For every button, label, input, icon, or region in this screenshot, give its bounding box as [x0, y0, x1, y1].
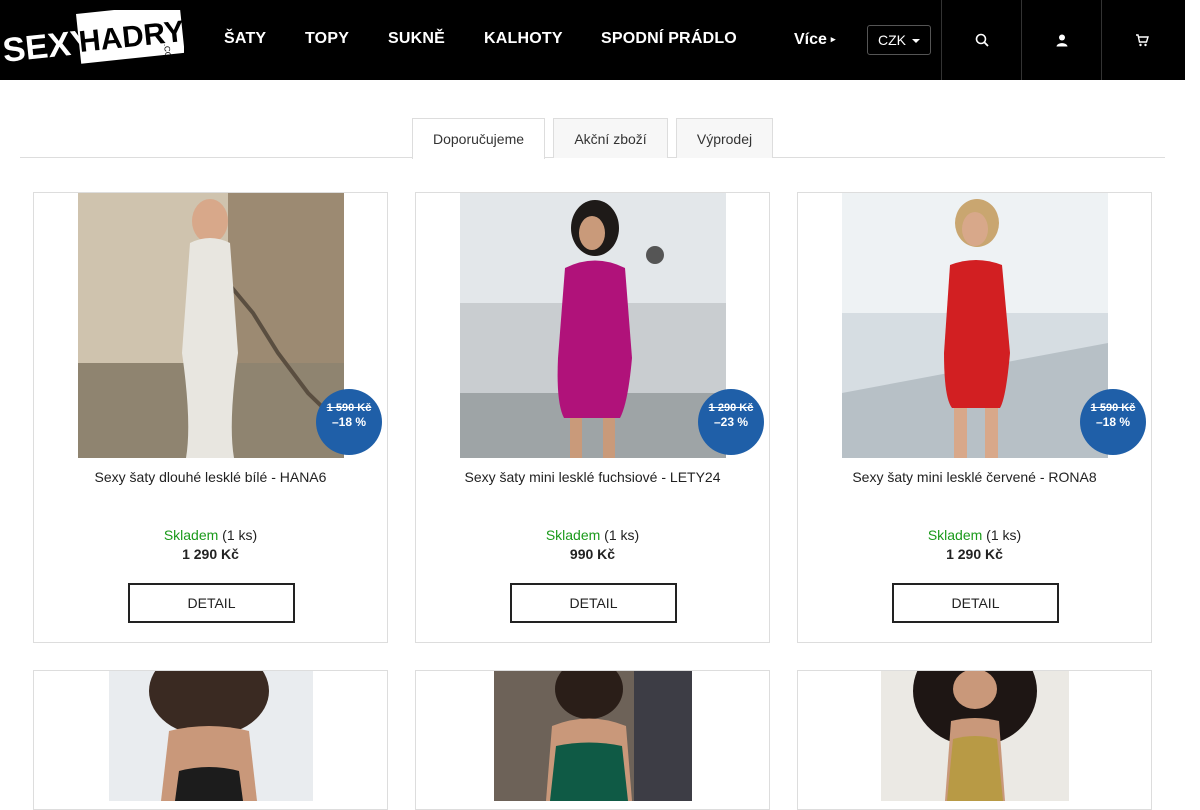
discount-badge: 1 590 Kč –18 % [316, 389, 382, 455]
stock-label: Skladem [545, 527, 601, 543]
product-name[interactable]: Sexy šaty mini lesklé červené - RONA8 [798, 469, 1151, 485]
svg-text:.COM: .COM [162, 43, 173, 65]
product-image[interactable] [109, 671, 313, 801]
product-price: 990 Kč [569, 546, 616, 562]
product-name[interactable]: Sexy šaty dlouhé lesklé bílé - HANA6 [34, 469, 387, 485]
currency-value: CZK [878, 32, 906, 48]
stock-qty: (1 ks) [604, 527, 640, 543]
tab-doporucujeme[interactable]: Doporučujeme [412, 118, 545, 159]
product-card[interactable]: 1 290 Kč –23 % Sexy šaty mini lesklé fuc… [415, 192, 770, 643]
discount-percent: –23 % [713, 415, 749, 429]
detail-button[interactable]: DETAIL [510, 583, 677, 623]
nav-more-label: Více [794, 31, 827, 48]
search-button[interactable] [941, 0, 1021, 80]
tab-vyprodej[interactable]: Výprodej [676, 118, 773, 158]
search-icon [975, 33, 989, 47]
stock-status: Skladem (1 ks) [416, 527, 769, 543]
product-image[interactable] [881, 671, 1069, 801]
old-price: 1 290 Kč [708, 402, 754, 414]
product-card[interactable]: 1 590 Kč –18 % Sexy šaty mini lesklé čer… [797, 192, 1152, 643]
header-bar: SEXY HADRY .COM ŠATY TOPY SUKNĚ KALHOTY … [0, 0, 1185, 80]
product-image[interactable] [494, 671, 692, 801]
product-image[interactable] [842, 193, 1108, 458]
discount-percent: –18 % [331, 415, 367, 429]
nav-item-kalhoty[interactable]: KALHOTY [484, 30, 563, 48]
user-button[interactable] [1021, 0, 1101, 80]
stock-status: Skladem (1 ks) [798, 527, 1151, 543]
detail-button[interactable]: DETAIL [892, 583, 1059, 623]
stock-qty: (1 ks) [222, 527, 258, 543]
product-name[interactable]: Sexy šaty mini lesklé fuchsiové - LETY24 [416, 469, 769, 485]
product-card[interactable] [415, 670, 770, 810]
cart-icon [1135, 34, 1149, 47]
product-card[interactable]: 1 590 Kč –18 % Sexy šaty dlouhé lesklé b… [33, 192, 388, 643]
stock-label: Skladem [927, 527, 983, 543]
stock-status: Skladem (1 ks) [34, 527, 387, 543]
discount-percent: –18 % [1095, 415, 1131, 429]
discount-badge: 1 290 Kč –23 % [698, 389, 764, 455]
chevron-right-icon: ▸ [830, 34, 836, 45]
product-image[interactable] [460, 193, 726, 458]
discount-badge: 1 590 Kč –18 % [1080, 389, 1146, 455]
cart-button[interactable] [1101, 0, 1181, 80]
nav-item-sukne[interactable]: SUKNĚ [388, 30, 445, 48]
user-icon [1056, 34, 1067, 47]
nav-more-menu[interactable]: Více ▸ [794, 31, 835, 49]
stock-qty: (1 ks) [986, 527, 1022, 543]
nav-item-saty[interactable]: ŠATY [224, 30, 266, 48]
nav-item-spodni-pradlo[interactable]: SPODNÍ PRÁDLO [601, 30, 737, 48]
tab-akcni-zbozi[interactable]: Akční zboží [553, 118, 668, 158]
product-card[interactable] [797, 670, 1152, 810]
product-price: 1 290 Kč [182, 546, 239, 562]
old-price: 1 590 Kč [326, 402, 372, 414]
currency-select[interactable]: CZK [867, 25, 931, 55]
product-price: 1 290 Kč [946, 546, 1003, 562]
site-logo[interactable]: SEXY HADRY .COM [1, 3, 186, 70]
stock-label: Skladem [163, 527, 219, 543]
dropdown-caret-icon [912, 39, 920, 43]
nav-item-topy[interactable]: TOPY [305, 30, 349, 48]
product-image[interactable] [78, 193, 344, 458]
detail-button[interactable]: DETAIL [128, 583, 295, 623]
product-card[interactable] [33, 670, 388, 810]
old-price: 1 590 Kč [1090, 402, 1136, 414]
